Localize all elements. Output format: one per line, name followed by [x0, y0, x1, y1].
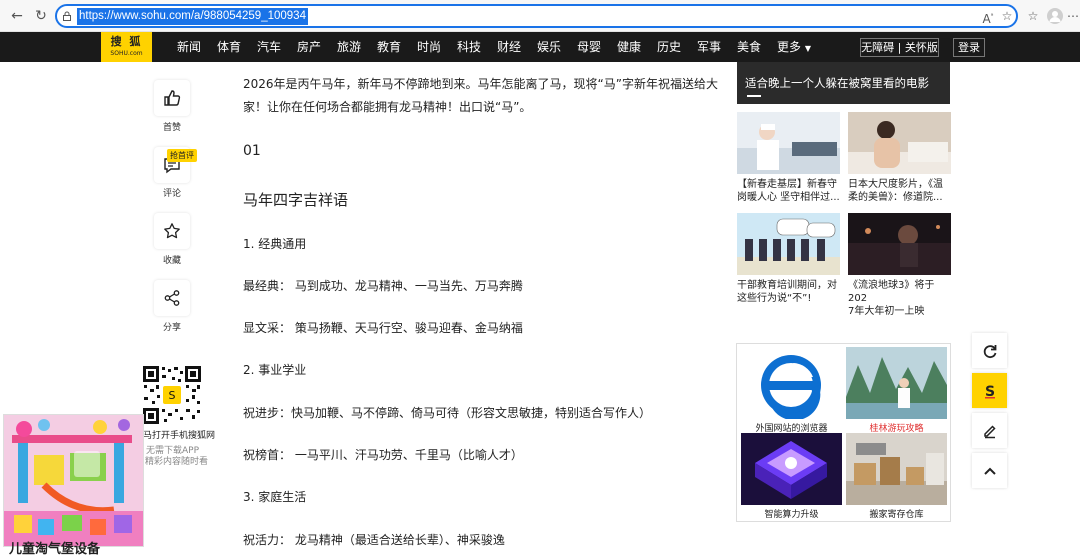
svg-text:S: S [169, 389, 176, 402]
sohu-logo[interactable]: 搜 狐 SOHU.com [101, 32, 152, 62]
site-nav: 搜 狐 SOHU.com 新闻 体育 汽车 房产 旅游 教育 时尚 科技 财经 … [0, 32, 1080, 62]
like-label: 首赞 [162, 123, 181, 133]
more-icon[interactable]: ⋯ [1065, 8, 1080, 24]
share-button[interactable] [154, 280, 190, 316]
sohu-app-button[interactable]: S [972, 373, 1007, 408]
back-to-top-button[interactable] [972, 453, 1007, 488]
phrase-vitality: 祝活力： 龙马精神（最适合送给长辈）、神采骏逸 [243, 533, 505, 547]
comment-label: 评论 [162, 189, 181, 199]
ad-grid: 外国网站的浏览器 桂林游玩攻略 智能算力升级 搬家寄存仓库 [736, 343, 951, 522]
svg-text:S: S [984, 384, 994, 399]
nav-link-finance[interactable]: 财经 [497, 32, 521, 62]
feedback-button[interactable] [972, 413, 1007, 448]
nav-link-more[interactable]: 更多 ▼ [777, 32, 811, 62]
favorite-button[interactable] [154, 213, 190, 249]
nav-link-sports[interactable]: 体育 [217, 32, 241, 62]
lock-icon [63, 11, 71, 21]
news-title-2[interactable]: 日本大尺度影片，《温 柔的美兽》：修道院... [848, 178, 952, 204]
phrase-classic: 最经典： 马到成功、龙马精神、一马当先、万马奔腾 [243, 279, 523, 293]
nav-link-military[interactable]: 军事 [697, 32, 721, 62]
nav-link-news[interactable]: 新闻 [177, 32, 201, 62]
address-bar[interactable]: https://www.sohu.com/a/988054259_100934 [55, 4, 1018, 28]
reload-icon[interactable]: ↻ [32, 7, 50, 25]
browser-chrome: ← ↻ https://www.sohu.com/a/988054259_100… [0, 0, 1080, 32]
phrase-literary: 显文采： 策马扬鞭、天马行空、骏马迎春、金马纳福 [243, 321, 523, 335]
banner-indicator [747, 95, 761, 97]
nav-link-realestate[interactable]: 房产 [297, 32, 321, 62]
qr-code: S [142, 365, 202, 425]
nav-link-fashion[interactable]: 时尚 [417, 32, 441, 62]
qr-caption-3: 精彩内容随时看 [145, 457, 209, 467]
playground-ad-image[interactable] [3, 414, 144, 547]
share-icon [164, 290, 180, 306]
news-thumb-2[interactable] [848, 112, 951, 174]
nav-link-health[interactable]: 健康 [617, 32, 641, 62]
subheading-family: 3. 家庭生活 [243, 490, 307, 504]
sohu-icon: S [984, 384, 994, 399]
subheading-classic: 1. 经典通用 [243, 237, 307, 251]
playground-ad-caption[interactable]: 儿童淘气堡设备 [9, 538, 100, 557]
favorites-list-icon[interactable]: ☆ [1025, 8, 1041, 24]
news-thumb-3[interactable] [737, 213, 840, 275]
share-label: 分享 [162, 323, 181, 333]
favorite-label: 收藏 [162, 256, 181, 266]
login-button[interactable]: 登录 [953, 38, 985, 57]
recommend-banner[interactable]: 适合晚上一个人躲在被窝里看的电影 [737, 62, 950, 104]
nav-link-history[interactable]: 历史 [657, 32, 681, 62]
news-title-4[interactable]: 《流浪地球3》将于202 7年大年初一上映 [848, 279, 952, 318]
refresh-button[interactable] [972, 333, 1007, 368]
article-intro-line-2: 家！让你在任何场合都能拥有龙马精神！出口说“马”。 [243, 100, 532, 114]
like-button[interactable] [154, 80, 190, 116]
storage-ad-caption[interactable]: 搬家寄存仓库 [846, 507, 947, 520]
profile-avatar-icon[interactable] [1047, 8, 1063, 24]
nav-link-entertainment[interactable]: 娱乐 [537, 32, 561, 62]
article-intro-line-1: 2026年是丙午马年，新年马不停蹄地到来。马年怎能离了马，现将“马”字新年祝福送… [243, 77, 718, 91]
nav-link-food[interactable]: 美食 [737, 32, 761, 62]
read-aloud-icon[interactable]: Aᵃ [980, 8, 996, 26]
nav-link-auto[interactable]: 汽车 [257, 32, 281, 62]
star-icon [164, 223, 180, 239]
qr-caption-1: 马打开手机搜狐网 [143, 431, 216, 441]
news-thumb-1[interactable] [737, 112, 840, 174]
nav-link-parenting[interactable]: 母婴 [577, 32, 601, 62]
phrase-ranking: 祝榜首： 一马平川、汗马功劳、千里马（比喻人才） [243, 448, 523, 462]
news-title-1[interactable]: 【新春走基层】新春守 岗暖人心 坚守相伴过... [737, 178, 841, 204]
thumbs-up-icon [164, 90, 181, 106]
recommend-banner-title: 适合晚上一个人躲在被窝里看的电影 [745, 76, 929, 90]
news-title-3[interactable]: 干部教育培训期间，对 这些行为说“不”! [737, 279, 841, 305]
compute-ad-caption[interactable]: 智能算力升级 [741, 507, 842, 520]
caret-down-icon: ▼ [804, 44, 811, 53]
url-text[interactable]: https://www.sohu.com/a/988054259_100934 [77, 8, 308, 25]
nav-link-education[interactable]: 教育 [377, 32, 401, 62]
first-comment-badge: 抢首评 [167, 149, 197, 162]
accessibility-button[interactable]: 无障碍 | 关怀版 [860, 38, 939, 57]
section-number: 01 [243, 143, 261, 159]
section-title: 马年四字吉祥语 [243, 191, 349, 209]
guilin-ad-image[interactable] [846, 347, 947, 419]
refresh-icon [983, 344, 996, 358]
news-thumb-4[interactable] [848, 213, 951, 275]
browser-ad-image[interactable] [741, 347, 842, 419]
compute-ad-image[interactable] [741, 433, 842, 505]
nav-link-travel[interactable]: 旅游 [337, 32, 361, 62]
subheading-career: 2. 事业学业 [243, 363, 307, 377]
nav-link-tech[interactable]: 科技 [457, 32, 481, 62]
storage-ad-image[interactable] [846, 433, 947, 505]
back-icon[interactable]: ← [8, 7, 26, 25]
phrase-progress: 祝进步：快马加鞭、马不停蹄、倚马可待（形容文思敏捷，特别适合写作人） [243, 406, 652, 420]
back-to-top-icon [983, 467, 996, 475]
edit-icon [983, 424, 996, 438]
favorite-star-icon[interactable]: ☆ [999, 8, 1015, 24]
